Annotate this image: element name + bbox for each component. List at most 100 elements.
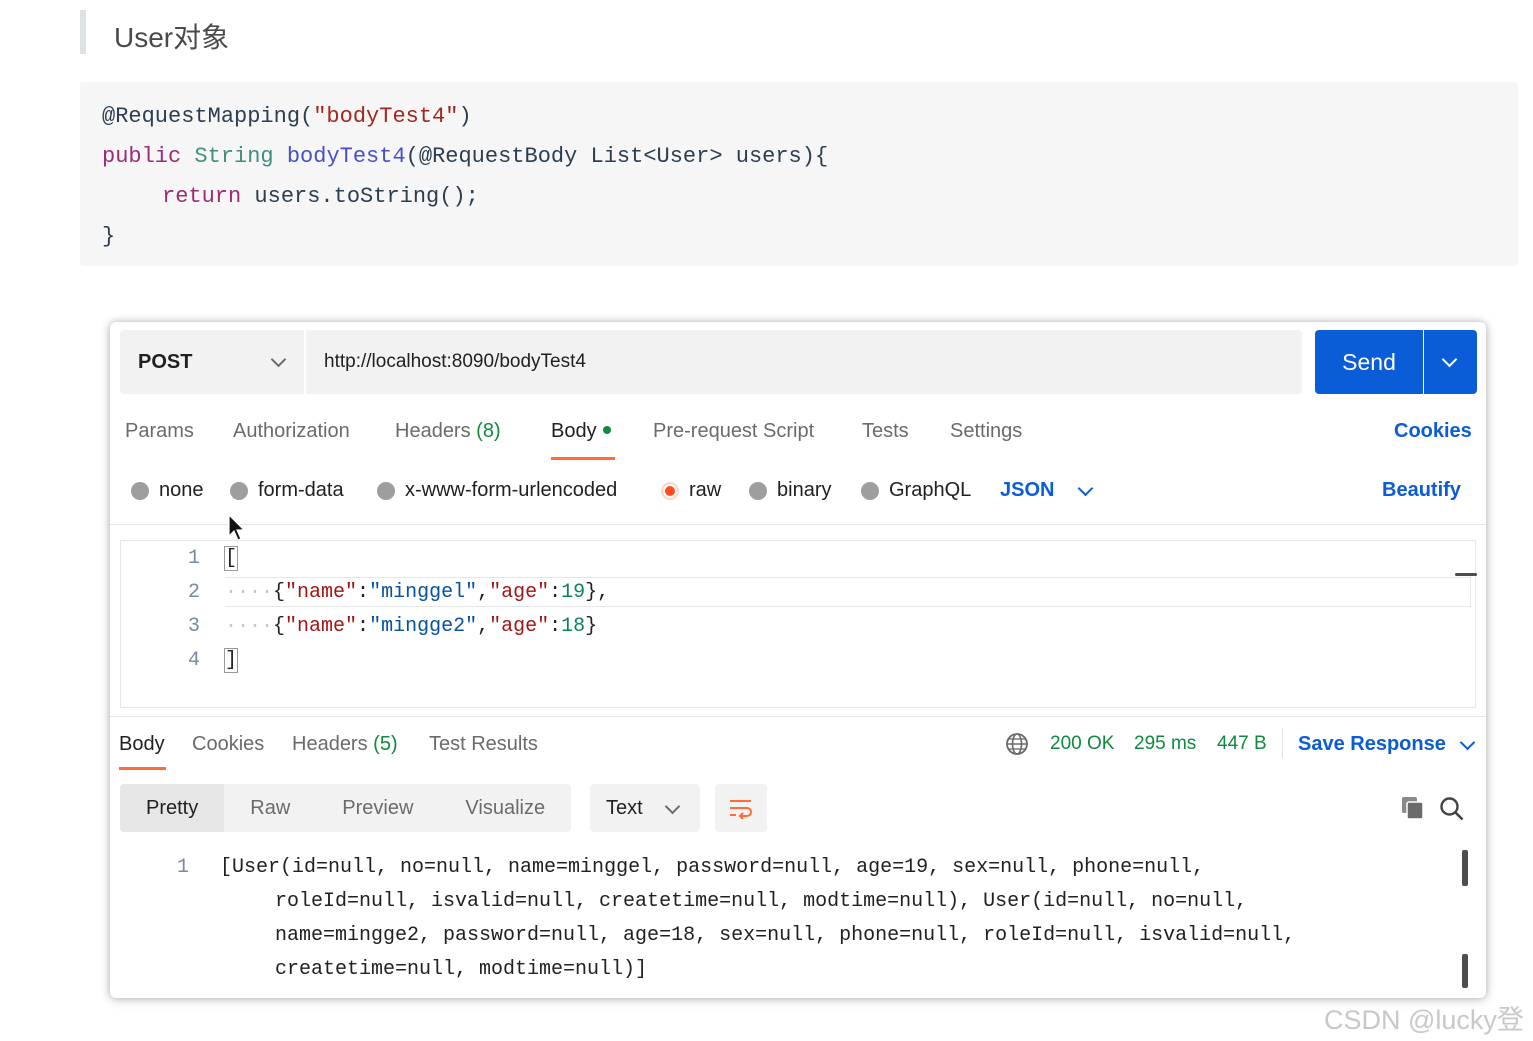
headers-count-badge: (5) (373, 733, 398, 755)
code-line-2: public String bodyTest4(@RequestBody Lis… (102, 144, 828, 169)
body-indicator-dot (602, 425, 611, 434)
radio-form-data[interactable]: form-data (230, 479, 344, 502)
tab-authorization[interactable]: Authorization (233, 420, 350, 443)
radio-label: GraphQL (889, 479, 972, 501)
chevron-down-icon (1441, 351, 1458, 368)
chevron-down-icon (664, 798, 680, 814)
line-number: 3 (187, 615, 200, 638)
json-key: "name" (285, 581, 358, 604)
response-time: 295 ms (1134, 733, 1197, 754)
param-type: List<User> (590, 144, 723, 169)
beautify-link[interactable]: Beautify (1382, 479, 1461, 502)
radio-label: binary (777, 479, 832, 501)
watermark-text: CSDN @lucky登 (1324, 1005, 1524, 1035)
radio-label: x-www-form-urlencoded (405, 479, 618, 501)
chevron-down-icon (1078, 480, 1094, 497)
annotation-text: @RequestMapping( (102, 104, 314, 129)
keyword-public: public (102, 144, 182, 169)
json-key: "age" (489, 615, 550, 638)
line-number: 2 (187, 581, 200, 604)
format-select[interactable]: JSON (1000, 479, 1094, 502)
globe-icon[interactable] (1005, 732, 1029, 756)
annotation-value: "bodyTest4" (313, 104, 459, 129)
json-number: 18 (561, 615, 586, 638)
radio-binary[interactable]: binary (749, 479, 831, 502)
view-pretty-button[interactable]: Pretty (120, 784, 225, 832)
copy-icon[interactable] (1400, 795, 1426, 821)
cookies-link[interactable]: Cookies (1394, 420, 1472, 443)
send-options-button[interactable] (1424, 330, 1477, 394)
wrap-lines-button[interactable] (715, 784, 767, 832)
line-number: 1 (187, 547, 200, 570)
url-input[interactable] (306, 330, 1302, 394)
json-number: 19 (561, 581, 586, 604)
editor-line-3: ····{"name":"mingge2","age":18} (225, 615, 598, 638)
wrap-icon (730, 800, 752, 820)
chevron-down-icon (270, 351, 287, 368)
editor-line-1: [ (223, 546, 239, 571)
radio-dot (131, 481, 149, 500)
view-visualize-button[interactable]: Visualize (439, 784, 571, 832)
response-tab-headers[interactable]: Headers (5) (292, 733, 398, 756)
radio-x-www-form-urlencoded[interactable]: x-www-form-urlencoded (377, 479, 617, 502)
divider (1282, 728, 1283, 758)
radio-dot (230, 481, 248, 500)
view-preview-button[interactable]: Preview (316, 784, 439, 832)
request-body-editor[interactable]: 1 2 3 4 [ ····{"name":"minggel","age":19… (120, 540, 1477, 708)
status-code: 200 OK (1050, 733, 1115, 754)
editor-scrollbar[interactable] (1455, 573, 1477, 576)
response-line: createtime=null, modtime=null)] (275, 958, 648, 981)
tab-headers-label: Headers (395, 420, 471, 442)
active-tab-underline (119, 767, 166, 770)
keyword-return: return (162, 184, 242, 209)
save-response-button[interactable]: Save Response (1298, 733, 1476, 756)
code-line-4: } (102, 224, 115, 249)
radio-dot (861, 481, 879, 500)
response-line: name=mingge2, password=null, age=18, sex… (275, 924, 1296, 947)
radio-label: form-data (258, 479, 344, 501)
postman-window: POST Send Params Authorization Headers (… (110, 322, 1486, 998)
response-line-number: 1 (176, 856, 189, 879)
tab-settings[interactable]: Settings (950, 420, 1022, 443)
tab-pre-request-script[interactable]: Pre-request Script (653, 420, 814, 443)
radio-none[interactable]: none (131, 479, 204, 502)
method-select[interactable]: POST (120, 330, 304, 394)
tab-headers-label: Headers (292, 733, 368, 755)
editor-line-4: ] (223, 648, 239, 673)
view-raw-button[interactable]: Raw (224, 784, 316, 832)
method-name: bodyTest4 (286, 144, 406, 169)
close-bracket: ] (223, 648, 239, 673)
tab-tests[interactable]: Tests (862, 420, 909, 443)
format-label: JSON (1000, 479, 1055, 501)
annotation-close: ) (458, 104, 472, 129)
search-icon[interactable] (1439, 796, 1465, 822)
param-name: users){ (722, 144, 829, 169)
tab-body[interactable]: Body (551, 420, 611, 443)
response-format-label: Text (606, 796, 643, 819)
divider (110, 716, 1486, 717)
send-button[interactable]: Send (1315, 330, 1423, 394)
tab-headers[interactable]: Headers (8) (395, 420, 501, 443)
response-format-select[interactable]: Text (590, 784, 700, 832)
response-tab-cookies[interactable]: Cookies (192, 733, 264, 756)
response-tab-body[interactable]: Body (119, 733, 165, 756)
code-line-3: return users.toString(); (162, 184, 479, 209)
return-expression: users.toString(); (241, 184, 479, 209)
radio-label: none (159, 479, 204, 501)
heading-title: User对象 (114, 22, 230, 53)
radio-raw[interactable]: raw (661, 479, 721, 502)
open-bracket: [ (223, 546, 239, 571)
response-tab-test-results[interactable]: Test Results (429, 733, 538, 756)
response-scrollbar-bottom[interactable] (1462, 954, 1468, 988)
response-view-toggle: Pretty Raw Preview Visualize (120, 784, 572, 832)
tab-params[interactable]: Params (125, 420, 194, 443)
divider (110, 524, 1486, 525)
radio-dot-selected (661, 481, 679, 500)
active-tab-underline (551, 457, 615, 460)
method-label: POST (138, 350, 193, 373)
response-scrollbar-top[interactable] (1462, 850, 1468, 886)
heading-bar (80, 10, 86, 54)
radio-graphql[interactable]: GraphQL (861, 479, 971, 502)
code-block: @RequestMapping("bodyTest4") public Stri… (80, 82, 1518, 266)
json-value: "minggel" (369, 581, 478, 604)
